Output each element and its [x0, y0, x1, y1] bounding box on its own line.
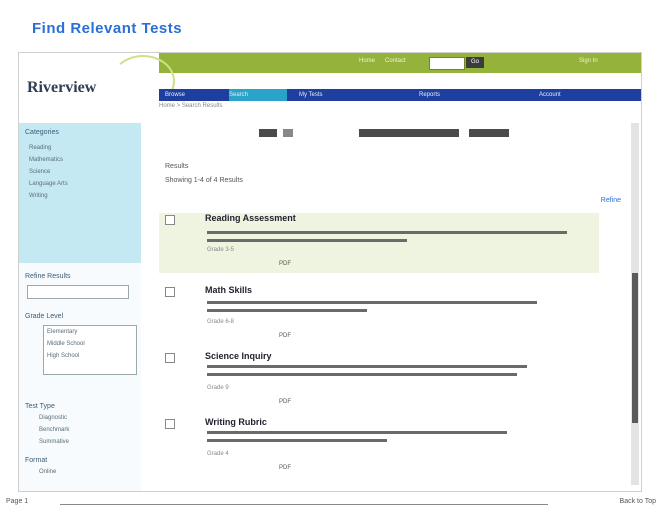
result-meta: Grade 6-8 — [207, 319, 235, 325]
type-summative[interactable]: Summative — [39, 439, 69, 445]
sidebar-categories: Categories Reading Mathematics Science L… — [19, 123, 141, 263]
sidebar-item-reading[interactable]: Reading — [29, 145, 51, 151]
topbar-link-home[interactable]: Home — [359, 58, 375, 64]
browser-frame: Home Contact Go Sign In Riverview Browse… — [18, 52, 642, 492]
footer-left: Page 1 — [6, 498, 29, 505]
sidebar-item-writing[interactable]: Writing — [29, 193, 48, 199]
result-meta: Grade 3-5 — [207, 247, 235, 253]
site-logo[interactable]: Riverview — [27, 79, 96, 97]
result-item[interactable]: Reading Assessment Grade 3-5 PDF — [159, 213, 599, 273]
refine-input[interactable] — [27, 285, 129, 299]
result-item[interactable]: Writing Rubric Grade 4 PDF — [159, 417, 599, 477]
scrollbar-thumb[interactable] — [632, 273, 638, 423]
sidebar-head-grade: Grade Level — [25, 313, 64, 320]
type-diagnostic[interactable]: Diagnostic — [39, 415, 67, 421]
tab-account[interactable]: Account — [539, 89, 599, 101]
tab-search[interactable]: Search — [229, 89, 287, 101]
search-button[interactable]: Go — [466, 57, 484, 68]
sidebar-head-refine: Refine Results — [25, 273, 71, 280]
result-title[interactable]: Reading Assessment — [205, 213, 296, 223]
tab-browse[interactable]: Browse — [165, 89, 225, 101]
format-online[interactable]: Online — [39, 469, 56, 475]
refine-link[interactable]: Refine — [601, 197, 621, 204]
result-title[interactable]: Writing Rubric — [205, 417, 267, 427]
grade-middle[interactable]: Middle School — [47, 341, 85, 347]
sidebar-head-format: Format — [25, 457, 48, 464]
result-format: PDF — [279, 261, 291, 267]
result-item[interactable]: Science Inquiry Grade 9 PDF — [159, 351, 599, 411]
back-to-top-link[interactable]: Back to Top — [620, 498, 656, 505]
page-title: Find Relevant Tests — [32, 20, 183, 37]
grade-elementary[interactable]: Elementary — [47, 329, 77, 335]
footer: Page 1 Back to Top — [0, 496, 664, 510]
topbar-link-contact[interactable]: Contact — [385, 58, 406, 64]
sidebar-item-language[interactable]: Language Arts — [29, 181, 68, 187]
result-checkbox[interactable] — [165, 419, 175, 429]
topbar-link-signin[interactable]: Sign In — [579, 58, 598, 64]
result-format: PDF — [279, 333, 291, 339]
top-bar: Home Contact Go Sign In — [159, 53, 641, 73]
sort-bar[interactable] — [259, 129, 559, 139]
breadcrumb: Home > Search Results — [159, 103, 223, 109]
type-benchmark[interactable]: Benchmark — [39, 427, 69, 433]
result-meta: Grade 4 — [207, 451, 229, 457]
result-checkbox[interactable] — [165, 353, 175, 363]
sidebar-item-math[interactable]: Mathematics — [29, 157, 63, 163]
main-nav: Browse Search My Tests Reports Account — [159, 89, 641, 101]
sidebar-head-categories: Categories — [25, 129, 59, 136]
sidebar-item-science[interactable]: Science — [29, 169, 50, 175]
result-checkbox[interactable] — [165, 215, 175, 225]
result-item[interactable]: Math Skills Grade 6-8 PDF — [159, 285, 599, 345]
sidebar: Categories Reading Mathematics Science L… — [19, 123, 141, 491]
result-format: PDF — [279, 465, 291, 471]
tab-reports[interactable]: Reports — [419, 89, 469, 101]
result-format: PDF — [279, 399, 291, 405]
footer-divider — [60, 504, 548, 505]
result-title[interactable]: Math Skills — [205, 285, 252, 295]
sidebar-head-type: Test Type — [25, 403, 55, 410]
scrollbar[interactable] — [631, 123, 639, 485]
results-count: Showing 1-4 of 4 Results — [165, 177, 243, 184]
grade-high[interactable]: High School — [47, 353, 79, 359]
result-title[interactable]: Science Inquiry — [205, 351, 272, 361]
main-content: Results Showing 1-4 of 4 Results Refine … — [159, 123, 631, 491]
result-checkbox[interactable] — [165, 287, 175, 297]
results-label: Results — [165, 163, 189, 170]
result-meta: Grade 9 — [207, 385, 229, 391]
tab-my-tests[interactable]: My Tests — [299, 89, 349, 101]
search-input[interactable] — [429, 57, 465, 70]
